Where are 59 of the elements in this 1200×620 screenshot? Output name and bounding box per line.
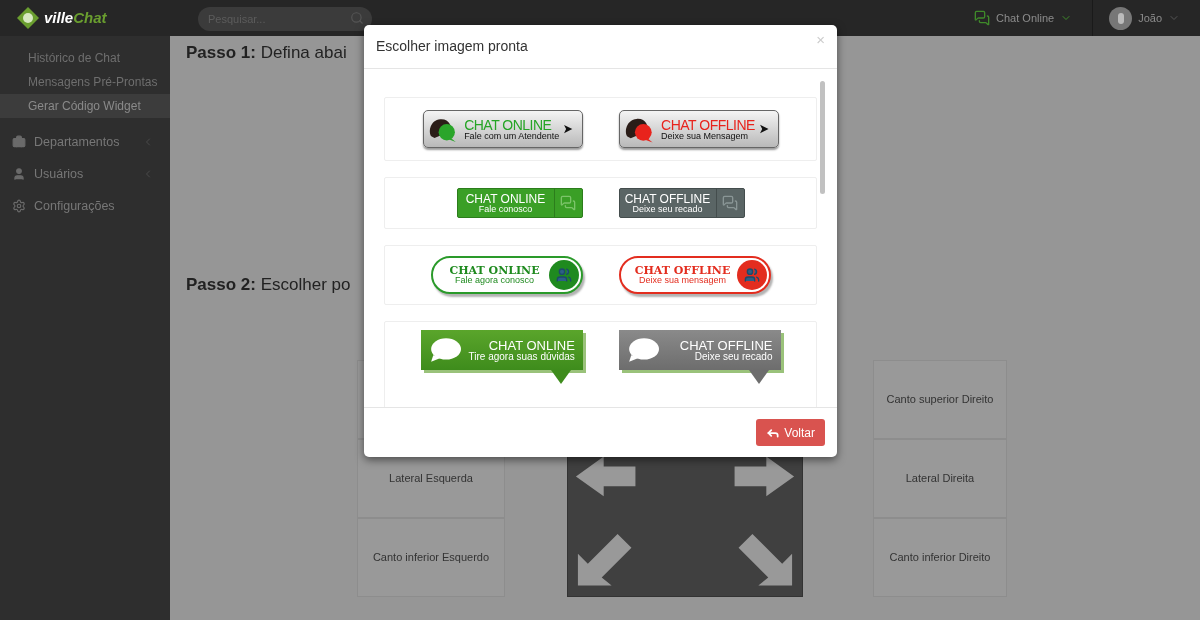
badge-subtitle: Deixe seu recado: [694, 351, 773, 362]
badge-title: CHAT OFFLINE: [624, 192, 711, 205]
arrow-icon: [758, 123, 770, 135]
step-heading: Passo 2: Escolher po: [186, 274, 351, 296]
chat-status-badge[interactable]: CHAT OFFLINE Deixe sua mensagem: [618, 256, 771, 294]
arrow-icon: [563, 123, 574, 135]
badge-title: CHAT OFFLINE: [634, 265, 731, 276]
chat-status-badge[interactable]: CHAT OFFLINE Deixe seu recado: [618, 188, 745, 218]
back-button[interactable]: Voltar: [756, 419, 825, 446]
badge-title: CHAT ONLINE: [449, 265, 540, 276]
image-option-card[interactable]: CHAT ONLINE Tire agora suas dúvidas CHAT OFFLINE Deixe seu recado: [384, 321, 817, 407]
chat-status-menu[interactable]: Chat Online: [962, 9, 1085, 27]
pointer-tail: [748, 370, 769, 384]
badge-title: CHAT ONLINE: [464, 117, 552, 132]
badge-subtitle: Fale com um Atendente: [464, 131, 560, 141]
sidebar-subitem[interactable]: Gerar Código Widget: [0, 94, 170, 118]
briefcase-icon: [12, 135, 26, 149]
chat-icon: [974, 10, 991, 26]
badge-subtitle: Deixe sua Mensagem: [661, 131, 750, 141]
badge-subtitle: Fale agora conosco: [454, 276, 535, 285]
sidebar-item[interactable]: Usuários: [0, 158, 170, 190]
search-icon: [350, 11, 364, 25]
image-option-card[interactable]: CHAT ONLINE Fale com um Atendente CHAT OFFLINE Deixe sua Mensagem: [384, 97, 817, 161]
speech-bubble-icon: [626, 337, 659, 363]
chat-status-badge[interactable]: CHAT ONLINE Fale conosco: [456, 188, 583, 218]
position-cell[interactable]: Lateral Direita: [873, 438, 1007, 518]
badge-title: CHAT ONLINE: [488, 338, 575, 352]
chat-icon: [722, 195, 738, 211]
pointer-tail: [550, 370, 571, 384]
sidebar-item[interactable]: Configurações: [0, 190, 170, 222]
people-icon: [548, 260, 579, 290]
chat-status-badge[interactable]: CHAT OFFLINE Deixe sua Mensagem: [618, 110, 779, 148]
chat-icon: [560, 195, 576, 211]
badge-title: CHAT OFFLINE: [661, 117, 755, 132]
badge-title: CHAT ONLINE: [465, 192, 546, 205]
logo-text: villeChat: [44, 7, 107, 28]
gears-icon: [12, 199, 26, 213]
position-cell[interactable]: Canto inferior Esquerdo: [357, 517, 505, 597]
speech-bubble-icon: [428, 337, 461, 363]
sidebar-item[interactable]: Departamentos: [0, 126, 170, 158]
scrollbar[interactable]: [820, 81, 825, 194]
badge-subtitle: Deixe sua mensagem: [638, 276, 726, 285]
chat-status-badge[interactable]: CHAT ONLINE Fale com um Atendente: [422, 110, 583, 148]
chat-status-badge[interactable]: CHAT ONLINE Fale agora conosco: [430, 256, 583, 294]
user-icon: [12, 167, 26, 181]
badge-subtitle: Deixe seu recado: [632, 204, 703, 214]
step-heading: Passo 1: Defina abai: [186, 42, 347, 62]
image-option-card[interactable]: CHAT ONLINE Fale conosco CHAT OFFLINE Deixe seu recado: [384, 177, 817, 229]
avatar: [1109, 6, 1133, 30]
logo-icon: [16, 6, 40, 30]
modal-title: Escolher imagem pronta: [376, 37, 529, 56]
badge-subtitle: Tire agora suas dúvidas: [468, 351, 575, 362]
position-cell[interactable]: Canto inferior Direito: [873, 517, 1007, 597]
image-option-card[interactable]: CHAT ONLINE Fale agora conosco CHAT OFFLINE Deixe sua mensagem: [384, 245, 817, 305]
badge-title: CHAT OFFLINE: [679, 338, 773, 352]
people-icon: [736, 260, 767, 290]
badge-subtitle: Fale conosco: [478, 204, 533, 214]
user-menu[interactable]: João: [1101, 6, 1200, 30]
position-cell[interactable]: Canto superior Direito: [873, 359, 1007, 439]
